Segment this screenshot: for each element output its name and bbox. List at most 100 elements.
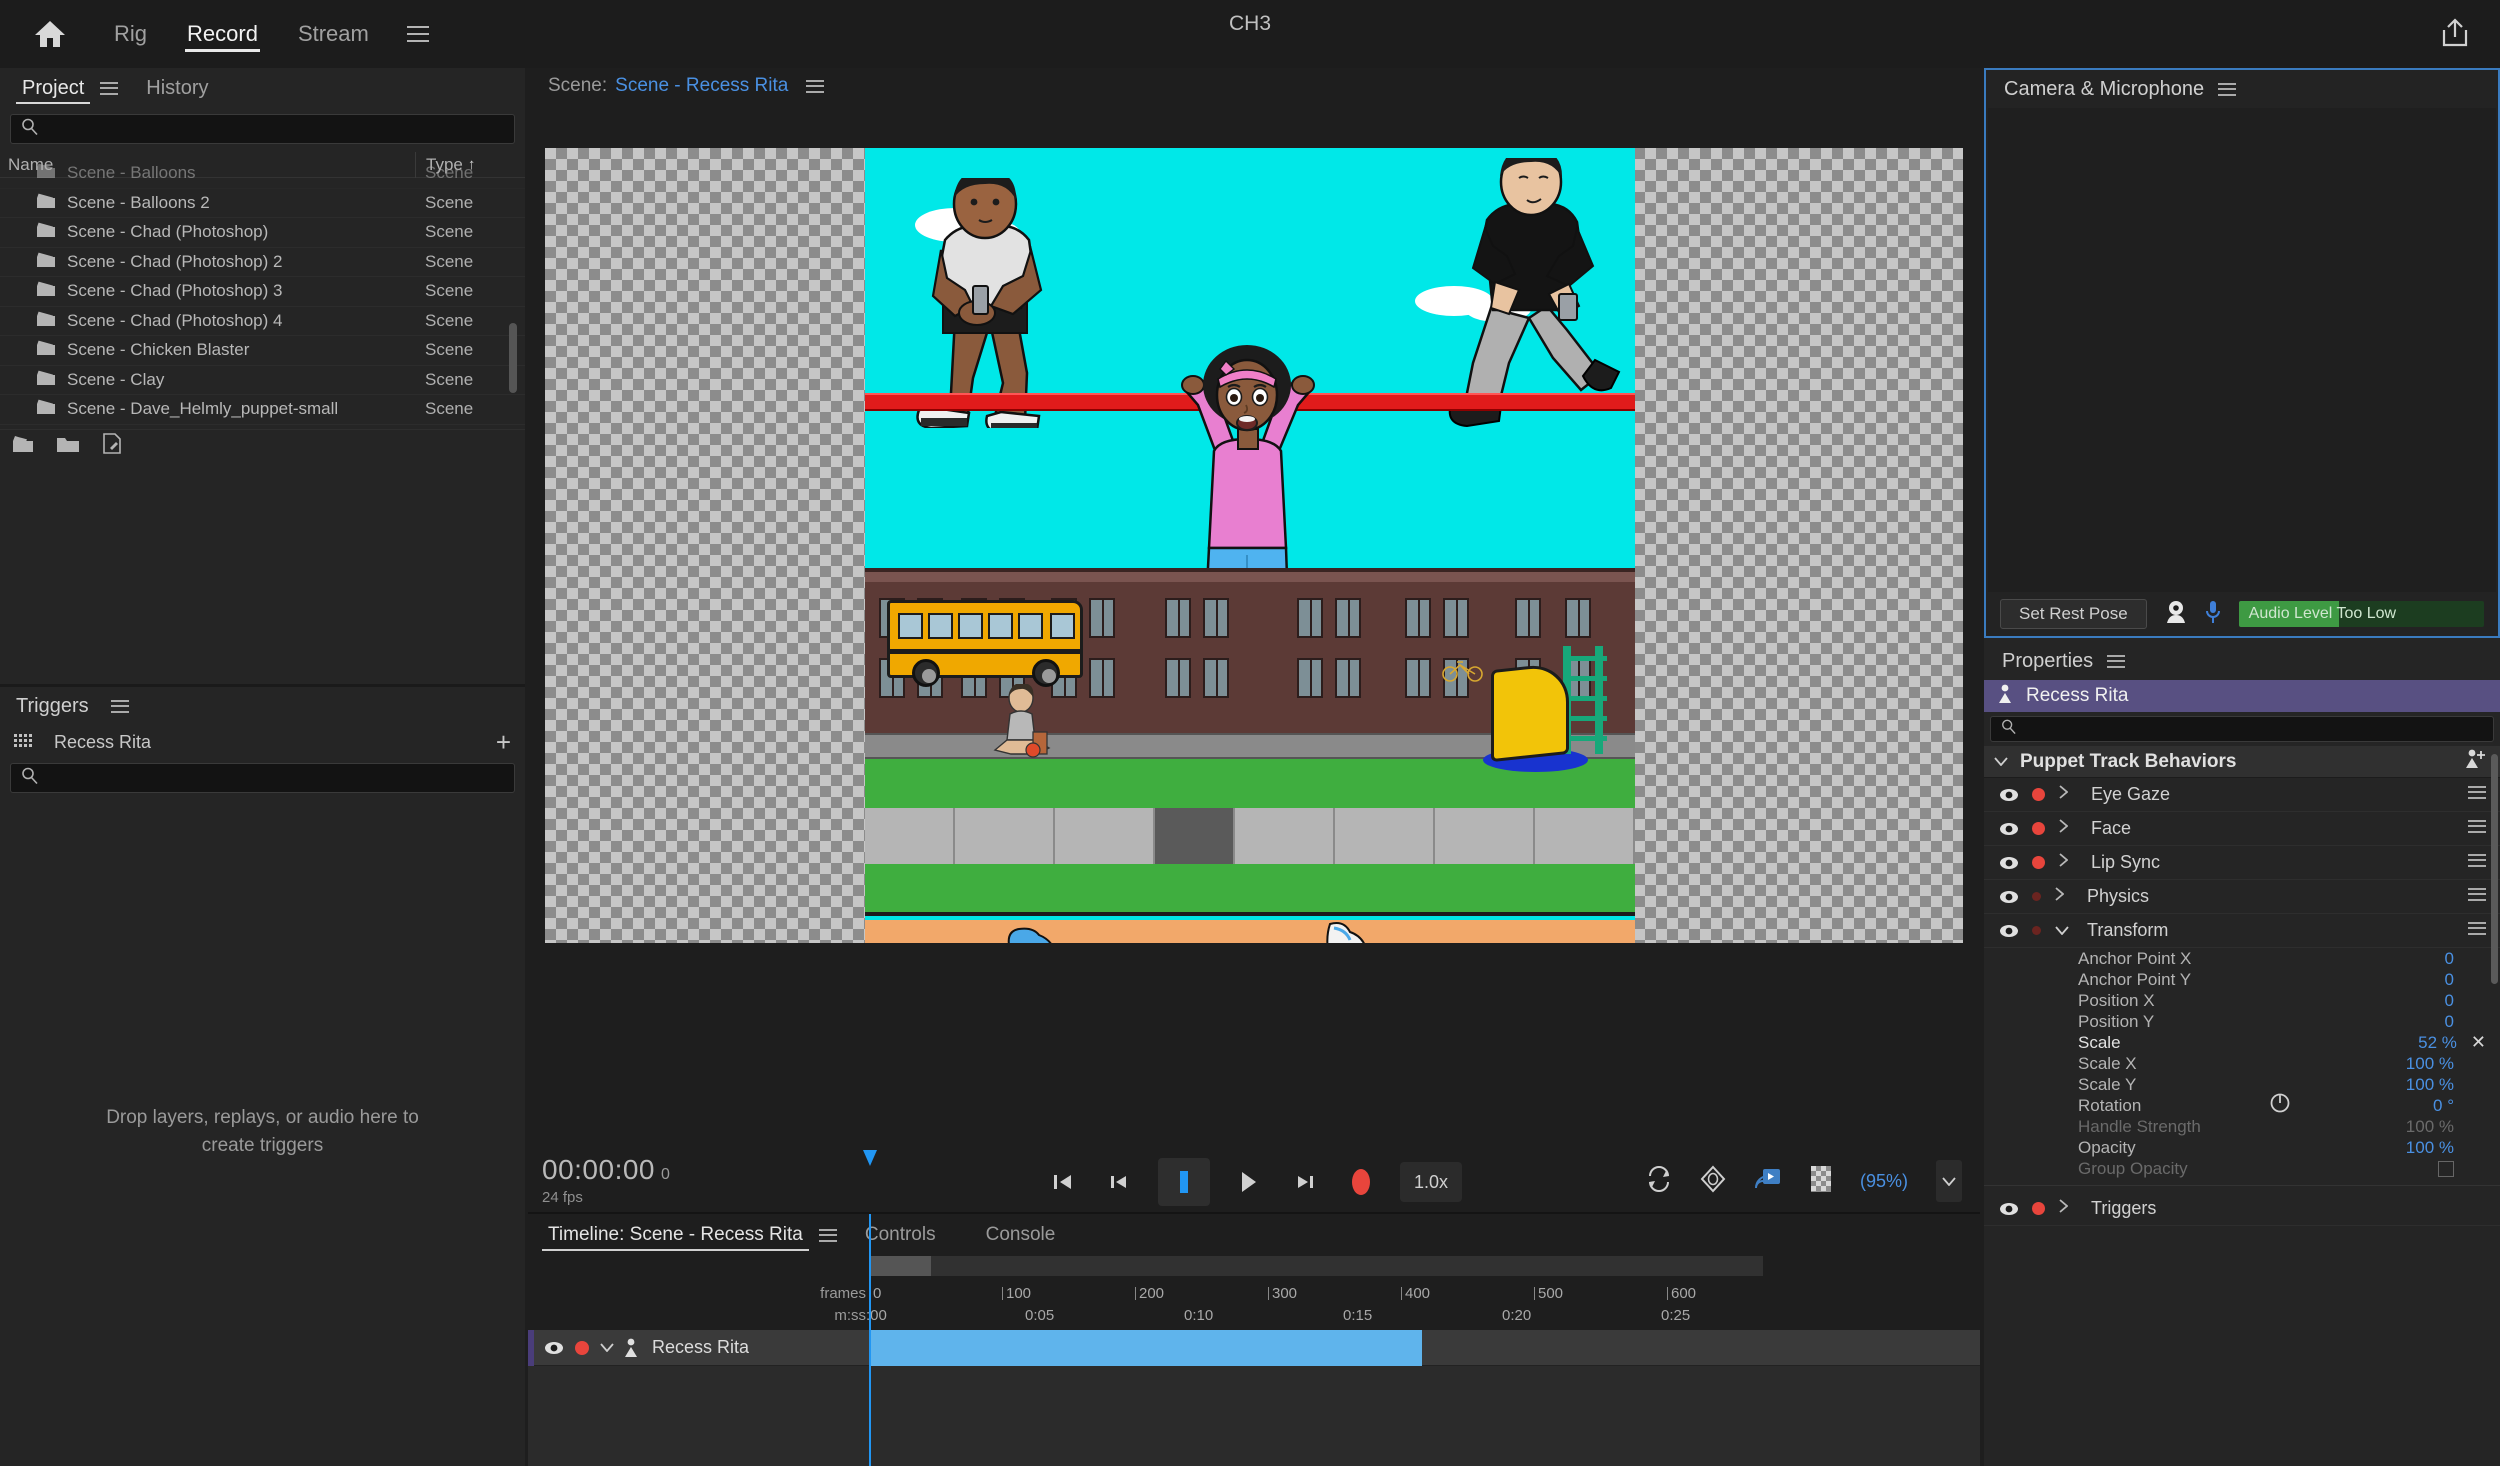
loop-icon[interactable] (1646, 1165, 1672, 1197)
project-list-item[interactable]: Scene - Dave_Helmly_puppet-small Scene (0, 395, 525, 425)
eye-icon[interactable] (1996, 788, 2022, 802)
eye-icon[interactable] (1996, 822, 2022, 836)
home-icon[interactable] (28, 12, 72, 56)
chevron-right-icon[interactable] (2055, 887, 2075, 906)
property-value[interactable]: 0 ° (2433, 1096, 2454, 1116)
record-dot-icon[interactable] (2032, 788, 2045, 801)
transparency-checkerboard[interactable] (545, 148, 1963, 943)
scene-panel-menu-icon[interactable] (806, 79, 825, 93)
tab-timeline[interactable]: Timeline: Scene - Recess Rita (542, 1214, 809, 1256)
project-list-item[interactable]: Scene - Chad (Photoshop) 3 Scene (0, 277, 525, 307)
new-folder-icon[interactable] (56, 434, 80, 458)
project-list-scrollbar[interactable] (509, 323, 517, 393)
chevron-right-icon[interactable] (2059, 785, 2079, 804)
chevron-down-icon[interactable] (2055, 922, 2075, 940)
microphone-icon[interactable] (2205, 600, 2221, 629)
project-list-item[interactable]: Scene - Chad (Photoshop) Scene (0, 218, 525, 248)
play-button[interactable] (1232, 1161, 1266, 1203)
tab-stream[interactable]: Stream (278, 0, 389, 68)
triggers-drop-area[interactable]: Drop layers, replays, or audio here to c… (0, 797, 525, 1466)
chevron-down-icon[interactable] (1994, 753, 2008, 771)
timeline-panel-menu-icon[interactable] (818, 1228, 837, 1242)
project-list-item[interactable]: Scene - Chad (Photoshop) 4 Scene (0, 307, 525, 336)
record-dot-icon[interactable] (2032, 822, 2045, 835)
project-search-input[interactable] (10, 114, 515, 144)
go-to-start-button[interactable] (1046, 1161, 1080, 1203)
record-dot-icon[interactable] (2032, 892, 2041, 901)
triggers-search-input[interactable] (10, 763, 515, 793)
eye-icon[interactable] (1996, 890, 2022, 904)
tab-console[interactable]: Console (980, 1214, 1062, 1256)
record-dot-icon[interactable] (2032, 926, 2041, 935)
new-item-icon[interactable] (102, 432, 122, 459)
behavior-row-lip-sync[interactable]: Lip Sync (1984, 846, 2500, 880)
chevron-right-icon[interactable] (2059, 1199, 2079, 1218)
behavior-menu-icon[interactable] (2468, 853, 2486, 872)
project-list-item[interactable]: Scene - Clay Scene (0, 366, 525, 395)
behavior-menu-icon[interactable] (2468, 921, 2486, 940)
camera-panel-menu-icon[interactable] (2218, 82, 2237, 96)
property-row-scale-x[interactable]: Scale X 100 % (1984, 1053, 2500, 1074)
tab-controls[interactable]: Controls (859, 1214, 942, 1256)
eye-icon[interactable] (1996, 924, 2022, 938)
webcam-icon[interactable] (2165, 600, 2187, 629)
behavior-row-eye-gaze[interactable]: Eye Gaze (1984, 778, 2500, 812)
timeline-zoom-scrollbar[interactable] (869, 1256, 1763, 1276)
behavior-row-triggers[interactable]: Triggers (1984, 1192, 2500, 1226)
scene-artboard[interactable] (865, 148, 1635, 943)
triggers-search-field[interactable] (46, 769, 514, 787)
property-row-handle-strength[interactable]: Handle Strength 100 % (1984, 1116, 2500, 1137)
transparency-grid-icon[interactable] (1810, 1165, 1832, 1198)
chevron-right-icon[interactable] (2059, 819, 2079, 838)
group-opacity-checkbox[interactable] (2438, 1160, 2454, 1177)
behavior-menu-icon[interactable] (2468, 785, 2486, 804)
project-list-item[interactable]: Scene - Chicken Blaster Scene (0, 336, 525, 366)
camera-preview[interactable] (1988, 108, 2496, 592)
property-row-position-x[interactable]: Position X 0 (1984, 990, 2500, 1011)
property-row-opacity[interactable]: Opacity 100 % (1984, 1137, 2500, 1158)
property-row-rotation[interactable]: Rotation 0 ° (1984, 1092, 2500, 1119)
clear-property-button[interactable]: ✕ (2471, 1032, 2486, 1053)
selected-puppet-bar[interactable]: Recess Rita (1984, 680, 2500, 712)
property-value[interactable]: 0 (2445, 991, 2454, 1011)
add-behavior-icon[interactable] (2464, 749, 2486, 774)
property-row-position-y[interactable]: Position Y 0 (1984, 1011, 2500, 1032)
track-row[interactable]: Recess Rita (528, 1329, 1980, 1366)
triggers-puppet-row[interactable]: Recess Rita + (0, 725, 525, 759)
chevron-down-icon[interactable] (600, 1343, 614, 1352)
record-dot-icon[interactable] (2032, 856, 2045, 869)
property-value[interactable]: 100 % (2406, 1138, 2454, 1158)
project-list-item[interactable]: Scene - Chad (Photoshop) 2 Scene (0, 248, 525, 277)
rotation-dial-icon[interactable] (2269, 1092, 2291, 1119)
project-panel-menu-icon[interactable] (100, 81, 119, 95)
property-value[interactable]: 100 % (2406, 1117, 2454, 1137)
set-rest-pose-button[interactable]: Set Rest Pose (2000, 599, 2147, 629)
step-back-button[interactable] (1102, 1161, 1136, 1203)
scene-name-link[interactable]: Scene - Recess Rita (615, 75, 788, 97)
property-value[interactable]: 0 (2445, 970, 2454, 990)
timeline-zoom-thumb[interactable] (869, 1256, 931, 1276)
behavior-row-physics[interactable]: Physics (1984, 880, 2500, 914)
stop-button[interactable] (1158, 1158, 1210, 1206)
record-dot-icon[interactable] (2032, 1202, 2045, 1215)
tab-project[interactable]: Project (16, 68, 91, 108)
property-row-scale-y[interactable]: Scale Y 100 % (1984, 1074, 2500, 1095)
property-value[interactable]: 100 % (2406, 1054, 2454, 1074)
share-icon[interactable] (2438, 16, 2474, 52)
triggers-panel-menu-icon[interactable] (110, 699, 129, 713)
eye-icon[interactable] (1996, 1202, 2022, 1216)
add-trigger-button[interactable]: + (496, 729, 511, 755)
property-row-scale[interactable]: Scale 52 % ✕ (1984, 1032, 2500, 1053)
behavior-menu-icon[interactable] (2468, 819, 2486, 838)
property-value[interactable]: 100 % (2406, 1075, 2454, 1095)
puppet-track-behaviors-group[interactable]: Puppet Track Behaviors (1984, 746, 2500, 778)
property-value[interactable]: 52 % (2418, 1033, 2457, 1053)
property-row-group-opacity[interactable]: Group Opacity (1984, 1158, 2500, 1179)
camera-input-icon[interactable] (1700, 1165, 1726, 1198)
playback-speed-button[interactable]: 1.0x (1400, 1162, 1462, 1202)
tab-record[interactable]: Record (167, 0, 278, 68)
record-button[interactable] (1344, 1161, 1378, 1203)
property-value[interactable]: 0 (2445, 1012, 2454, 1032)
zoom-dropdown-button[interactable] (1936, 1160, 1962, 1202)
behavior-row-transform[interactable]: Transform (1984, 914, 2500, 948)
